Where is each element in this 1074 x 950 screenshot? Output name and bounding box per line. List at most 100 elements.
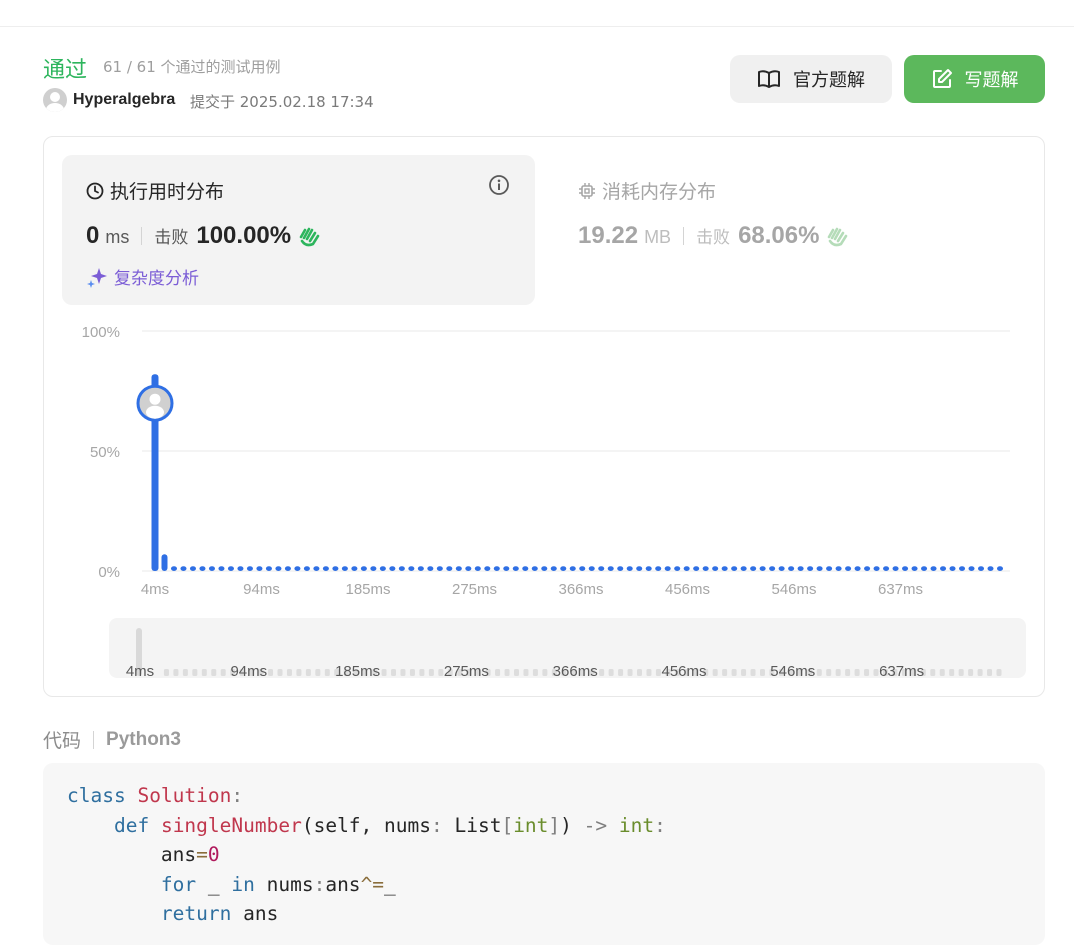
bar[interactable] <box>408 566 415 571</box>
bar[interactable] <box>864 566 871 571</box>
bar[interactable] <box>180 566 187 571</box>
bar[interactable] <box>351 566 358 571</box>
bar[interactable] <box>978 566 985 571</box>
bar[interactable] <box>731 566 738 571</box>
bar[interactable] <box>246 566 253 571</box>
bar[interactable] <box>512 566 519 571</box>
bar[interactable] <box>531 566 538 571</box>
bar[interactable] <box>693 566 700 571</box>
bar[interactable] <box>636 566 643 571</box>
bar[interactable] <box>702 566 709 571</box>
bar[interactable] <box>161 554 168 571</box>
bar[interactable] <box>503 566 510 571</box>
bar[interactable] <box>902 566 909 571</box>
info-icon[interactable] <box>488 174 510 201</box>
bar[interactable] <box>208 566 215 571</box>
bar[interactable] <box>541 566 548 571</box>
bar[interactable] <box>560 566 567 571</box>
bar[interactable] <box>788 566 795 571</box>
bar[interactable] <box>617 566 624 571</box>
bar[interactable] <box>626 566 633 571</box>
bar[interactable] <box>199 566 206 571</box>
bar[interactable] <box>807 566 814 571</box>
bar[interactable] <box>959 566 966 571</box>
bar[interactable] <box>645 566 652 571</box>
bar[interactable] <box>921 566 928 571</box>
bar[interactable] <box>949 566 956 571</box>
bar[interactable] <box>322 566 329 571</box>
bar[interactable] <box>987 566 994 571</box>
bar[interactable] <box>417 566 424 571</box>
username[interactable]: Hyperalgebra <box>73 91 175 109</box>
bar[interactable] <box>940 566 947 571</box>
bar[interactable] <box>493 566 500 571</box>
bar[interactable] <box>275 566 282 571</box>
bar[interactable] <box>170 566 177 571</box>
bar[interactable] <box>484 566 491 571</box>
bar[interactable] <box>389 566 396 571</box>
chart-range-overview[interactable]: 4ms 94ms 185ms 275ms 366ms 456ms 546ms 637ms <box>109 618 1026 680</box>
bar[interactable] <box>750 566 757 571</box>
bar[interactable] <box>189 566 196 571</box>
bar[interactable] <box>227 566 234 571</box>
bar[interactable] <box>769 566 776 571</box>
bar[interactable] <box>313 566 320 571</box>
bar[interactable] <box>237 566 244 571</box>
bar[interactable] <box>835 566 842 571</box>
bar[interactable] <box>930 566 937 571</box>
bar[interactable] <box>256 566 263 571</box>
bar[interactable] <box>218 566 225 571</box>
bar[interactable] <box>522 566 529 571</box>
bar[interactable] <box>284 566 291 571</box>
bar[interactable] <box>294 566 301 571</box>
bar[interactable] <box>341 566 348 571</box>
bar[interactable] <box>455 566 462 571</box>
bar[interactable] <box>579 566 586 571</box>
memory-tab[interactable]: 消耗内存分布 <box>578 177 716 204</box>
bar[interactable] <box>911 566 918 571</box>
bar[interactable] <box>721 566 728 571</box>
bar[interactable] <box>446 566 453 571</box>
bar[interactable] <box>303 566 310 571</box>
bar[interactable] <box>854 566 861 571</box>
bar[interactable] <box>265 566 272 571</box>
bar[interactable] <box>759 566 766 571</box>
bar[interactable] <box>740 566 747 571</box>
bar[interactable] <box>607 566 614 571</box>
bar[interactable] <box>598 566 605 571</box>
bar[interactable] <box>674 566 681 571</box>
bar[interactable] <box>968 566 975 571</box>
range-selector[interactable]: 4ms 94ms 185ms 275ms 366ms 456ms 546ms 637ms <box>109 618 1026 680</box>
bar[interactable] <box>845 566 852 571</box>
bar[interactable] <box>778 566 785 571</box>
complexity-analysis-link[interactable]: 复杂度分析 <box>86 264 199 289</box>
bar[interactable] <box>550 566 557 571</box>
bar[interactable] <box>883 566 890 571</box>
bar[interactable] <box>427 566 434 571</box>
bar[interactable] <box>892 566 899 571</box>
bar[interactable] <box>379 566 386 571</box>
bar[interactable] <box>997 566 1003 571</box>
bar[interactable] <box>873 566 880 571</box>
bar[interactable] <box>360 566 367 571</box>
bar[interactable] <box>664 566 671 571</box>
bar[interactable] <box>398 566 405 571</box>
bar[interactable] <box>712 566 719 571</box>
bar[interactable] <box>465 566 472 571</box>
bar[interactable] <box>826 566 833 571</box>
bar[interactable] <box>332 566 339 571</box>
submission-avatar-marker[interactable] <box>136 384 174 422</box>
bar[interactable] <box>655 566 662 571</box>
bar[interactable] <box>370 566 377 571</box>
bar[interactable] <box>569 566 576 571</box>
write-solution-button[interactable]: 写题解 <box>904 55 1045 103</box>
bar[interactable] <box>474 566 481 571</box>
bar[interactable] <box>588 566 595 571</box>
bar[interactable] <box>683 566 690 571</box>
bar[interactable] <box>816 566 823 571</box>
bar[interactable] <box>436 566 443 571</box>
bar[interactable] <box>797 566 804 571</box>
official-solution-button[interactable]: 官方题解 <box>730 55 892 103</box>
runtime-distribution-chart[interactable]: 100% 50% 0% 4ms 94ms 185ms 275ms 366ms 456ms 546m… <box>60 318 1030 608</box>
user-avatar[interactable] <box>43 88 67 112</box>
